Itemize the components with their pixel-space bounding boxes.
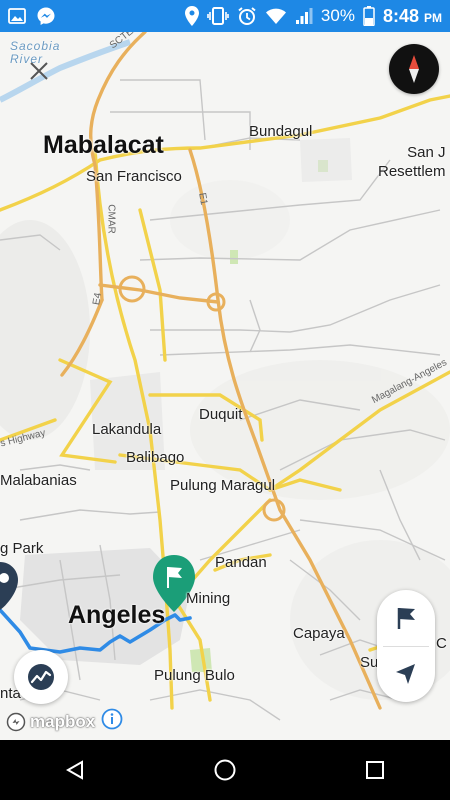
place-label-mabalacat: Mabalacat [43,131,164,159]
map-action-stack [377,590,435,702]
clock-time: 8:48 [382,5,419,26]
navigate-button[interactable] [377,646,435,702]
place-label-balibago: Balibago [126,449,185,466]
status-bar: 30% 8:48 PM [0,0,450,32]
home-button[interactable] [195,740,255,800]
road-label-e4: E4 [91,291,105,306]
signal-icon [295,7,313,25]
gallery-icon [8,7,26,25]
mapbox-logo-icon [6,712,26,731]
place-label-pulung-maragul: Pulung Maragul [170,477,276,494]
system-navigation-bar [0,740,450,800]
back-icon [65,760,83,780]
place-label-c: C [436,635,447,652]
place-label-su: Su [360,654,379,671]
wifi-icon [265,7,287,25]
place-label-park: g Park [0,540,44,557]
map-attribution: mapbox [6,708,123,735]
recents-icon [366,761,384,779]
destination-flag-button[interactable] [377,590,435,646]
mapbox-logo[interactable]: mapbox [6,712,95,732]
place-label-malabanias: Malabanias [0,472,77,489]
road-label-e1: E1 [196,191,210,206]
place-label-pandan: Pandan [215,554,267,571]
clock-ampm: PM [424,10,442,25]
location-icon [184,6,199,26]
compass-icon [409,55,419,83]
messenger-icon [36,6,56,26]
place-label-san-francisco: San Francisco [86,168,182,185]
place-label-bundagul: Bundagul [249,123,313,140]
route-overview-icon [28,664,54,690]
recents-button[interactable] [345,740,405,800]
road-label-cmar: CMAR [105,204,117,234]
place-label-mining: Mining [186,590,231,607]
place-label-capaya: Capaya [293,625,345,642]
place-label-lakandula: Lakandula [92,421,162,438]
alarm-icon [237,6,257,26]
back-button[interactable] [45,740,105,800]
place-label-pulung-bulo: Pulung Bulo [154,667,235,684]
battery-icon [363,6,375,26]
battery-percent: 30% [320,6,355,25]
close-icon[interactable] [28,60,50,82]
mapbox-logo-text: mapbox [30,711,96,731]
compass-button[interactable] [389,44,439,94]
info-icon[interactable] [101,708,123,735]
map-view[interactable]: Sacobia River Mabalacat Bundagul San Fra… [0,32,450,740]
home-icon [214,759,236,781]
place-label-angeles: Angeles [68,601,166,629]
navigation-arrow-icon [396,664,415,684]
clock: 8:48 PM [383,6,442,27]
place-label-duquit: Duquit [199,406,243,423]
vibrate-icon [207,7,229,25]
flag-icon [397,608,415,629]
origin-marker [0,562,18,610]
route-overview-button[interactable] [14,650,68,704]
place-label-san-resettlement: San J Resettlem [378,144,446,180]
